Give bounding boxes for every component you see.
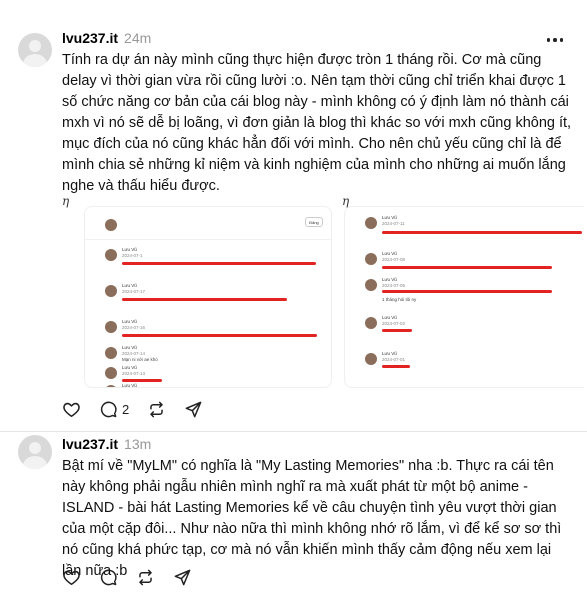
mini-entry: Lưu Vũ 2024-07-1 xyxy=(85,247,331,277)
repost-button[interactable] xyxy=(147,400,166,419)
avatar[interactable] xyxy=(18,33,52,67)
username[interactable]: lvu237.it xyxy=(62,30,118,46)
redaction-mark xyxy=(122,334,317,337)
attached-screenshot[interactable]: Đăng Lưu Vũ 2024-07-1 Lưu Vũ 2024-07-17 … xyxy=(84,206,332,388)
post-actions xyxy=(62,568,210,587)
mini-time: 2024-07-16 xyxy=(122,325,146,330)
reply-count: 2 xyxy=(122,402,130,417)
redaction-mark xyxy=(122,379,162,382)
redaction-mark xyxy=(122,298,287,301)
post-actions: 2 xyxy=(62,400,221,419)
share-button[interactable] xyxy=(173,568,192,587)
mini-name: Lưu Vũ xyxy=(382,315,397,320)
redaction-mark xyxy=(382,231,582,234)
heart-icon xyxy=(63,570,80,585)
post-time: 24m xyxy=(124,30,152,46)
like-button[interactable] xyxy=(62,400,81,419)
mini-name: Lưu Vũ xyxy=(122,345,137,350)
share-icon xyxy=(174,569,191,586)
mini-name: Lưu Vũ xyxy=(122,383,137,388)
image-carousel[interactable]: η η Đăng Lưu Vũ 2024-07-1 Lưu Vũ 2024-07… xyxy=(62,192,587,388)
mini-time: 2024-07-14 xyxy=(122,351,146,356)
repost-icon xyxy=(139,569,152,586)
share-icon xyxy=(185,401,202,418)
mini-entry: Lưu Vũ 2024-07-05 1 tháng hỏi tôi ny xyxy=(345,277,584,307)
more-options-icon[interactable] xyxy=(545,30,565,50)
like-button[interactable] xyxy=(62,568,81,587)
redaction-mark xyxy=(122,262,316,265)
comment-icon xyxy=(100,401,117,418)
heart-icon xyxy=(63,402,80,417)
comment-icon xyxy=(100,569,117,586)
mini-time: 2024-07-08 xyxy=(382,257,406,262)
mini-name: Lưu Vũ xyxy=(382,351,397,356)
mini-name: Lưu Vũ xyxy=(382,215,397,220)
mini-entry: Lưu Vũ 2024-07-11 xyxy=(345,215,584,245)
mini-entry: Lưu Vũ 2024-07-02 xyxy=(345,315,584,345)
post-text: Bật mí về "MyLM" có nghĩa là "My Lasting… xyxy=(62,458,562,579)
attached-screenshot[interactable]: Lưu Vũ 2024-07-11 Lưu Vũ 2024-07-08 Lưu … xyxy=(344,206,584,388)
mini-time: 2024-07-17 xyxy=(122,289,146,294)
mini-time: 2024-07-11 xyxy=(382,221,405,226)
thread-post: lvu237.it 24m Tính ra dự án này mình cũn… xyxy=(0,0,587,432)
post-header: lvu237.it 13m xyxy=(62,436,151,452)
mini-entry: Lưu Vũ 2024-07-12 xyxy=(85,383,331,388)
post-text: Tính ra dự án này mình cũng thực hiện đư… xyxy=(62,52,572,194)
mini-entry: Lưu Vũ 2024-07-01 xyxy=(345,351,584,381)
redaction-mark xyxy=(382,365,410,368)
mini-name: Lưu Vũ xyxy=(382,277,397,282)
mini-name: Lưu Vũ xyxy=(122,283,137,288)
redaction-mark xyxy=(382,266,552,269)
redaction-mark xyxy=(382,290,552,293)
mini-time: 2024-07-1 xyxy=(122,253,143,258)
mini-note: 1 tháng hỏi tôi ny xyxy=(382,297,417,302)
redaction-mark xyxy=(382,329,412,332)
post-header: lvu237.it 24m xyxy=(62,30,151,46)
mini-name: Lưu Vũ xyxy=(122,247,137,252)
mini-time: 2024-07-13 xyxy=(122,371,146,376)
image-mark: η xyxy=(62,194,70,208)
mini-time: 2024-07-01 xyxy=(382,357,406,362)
mini-post-button: Đăng xyxy=(305,217,323,227)
share-button[interactable] xyxy=(184,400,203,419)
mini-entry: Lưu Vũ 2024-07-17 xyxy=(85,283,331,313)
avatar[interactable] xyxy=(18,435,52,469)
post-time: 13m xyxy=(124,436,152,452)
mini-name: Lưu Vũ xyxy=(122,365,137,370)
reply-button[interactable] xyxy=(99,568,118,587)
username[interactable]: lvu237.it xyxy=(62,436,118,452)
mini-time: 2024-07-05 xyxy=(382,283,406,288)
thread-post: lvu237.it 13m Bật mí về "MyLM" có nghĩa … xyxy=(0,432,587,592)
repost-icon xyxy=(150,401,164,418)
mini-note: Mạn ni với ae khó xyxy=(122,357,158,362)
mini-time: 2024-07-02 xyxy=(382,321,406,326)
repost-button[interactable] xyxy=(136,568,155,587)
mini-name: Lưu Vũ xyxy=(382,251,397,256)
mini-name: Lưu Vũ xyxy=(122,319,137,324)
reply-button[interactable]: 2 xyxy=(99,400,129,419)
